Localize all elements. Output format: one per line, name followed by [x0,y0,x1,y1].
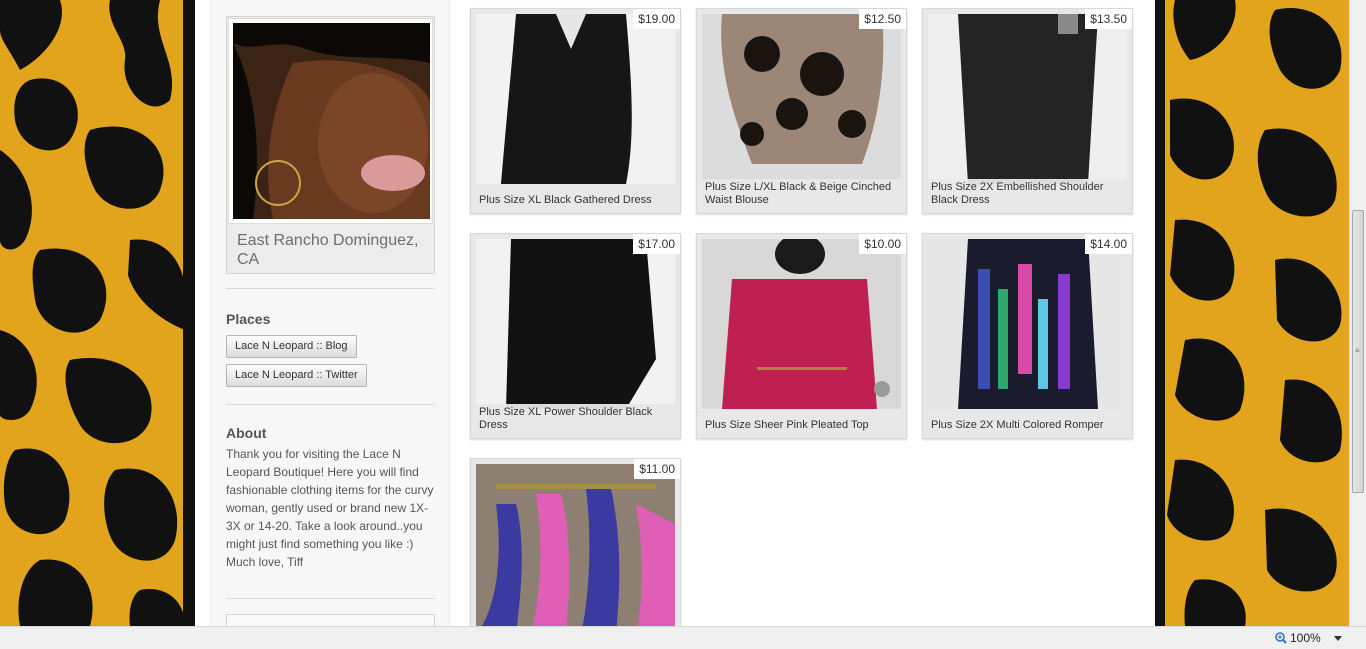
sidebar-widget [226,614,435,626]
places-heading: Places [226,311,271,327]
item-title[interactable]: Plus Size Sheer Pink Pleated Top [702,417,902,434]
profile-location: East Rancho Dominguez, CA [237,232,419,268]
item-photo [928,14,1127,184]
scrollbar-thumb[interactable]: ≡ [1352,210,1364,493]
listing-item[interactable]: $13.50 Plus Size 2X Embellished Shoulder… [922,8,1133,214]
listing-item[interactable]: $19.00 Plus Size XL Black Gathered Dress [470,8,681,214]
zoom-icon [1275,632,1287,644]
sidebar: East Rancho Dominguez, CA Places Lace N … [210,0,450,626]
profile-card: East Rancho Dominguez, CA [226,16,435,274]
vertical-scrollbar[interactable]: ≡ [1349,0,1366,626]
divider [226,598,435,599]
leopard-pattern-right [1155,0,1366,626]
zoom-control[interactable]: 100% [1275,631,1321,645]
item-price: $11.00 [634,459,680,479]
listing-item[interactable]: $17.00 Plus Size XL Power Shoulder Black… [470,233,681,439]
zoom-level: 100% [1290,631,1321,645]
divider [226,288,435,289]
item-photo [702,239,901,409]
listing-item[interactable]: $12.50 Plus Size L/XL Black & Beige Cinc… [696,8,907,214]
item-title[interactable]: Plus Size 2X Multi Colored Romper [928,417,1128,434]
listing-item[interactable]: $10.00 Plus Size Sheer Pink Pleated Top [696,233,907,439]
item-photo [476,239,675,409]
item-price: $13.50 [1085,9,1132,29]
chevron-down-icon[interactable] [1334,636,1342,641]
item-photo [928,239,1127,409]
item-photo [476,464,675,626]
listing-item[interactable]: $14.00 Plus Size 2X Multi Colored Romper [922,233,1133,439]
place-link-blog[interactable]: Lace N Leopard :: Blog [226,335,357,358]
divider [226,404,435,405]
item-photo [476,14,675,184]
item-photo [702,14,901,184]
main-page: East Rancho Dominguez, CA Places Lace N … [195,0,1155,626]
item-price: $14.00 [1085,234,1132,254]
grip-icon: ≡ [1355,346,1360,355]
item-price: $19.00 [633,9,680,29]
item-price: $17.00 [633,234,680,254]
avatar-photo [233,23,430,219]
item-title[interactable]: Plus Size L/XL Black & Beige Cinched Wai… [702,179,902,209]
browser-status-bar: 100% [0,626,1366,649]
item-title[interactable]: Plus Size XL Power Shoulder Black Dress [476,404,676,434]
avatar[interactable] [228,18,433,224]
item-title[interactable]: Plus Size 2X Embellished Shoulder Black … [928,179,1128,209]
leopard-pattern-left [0,0,195,626]
listing-item[interactable]: $11.00 [470,458,681,626]
about-heading: About [226,425,267,441]
item-price: $12.50 [859,9,906,29]
item-title[interactable]: Plus Size XL Black Gathered Dress [476,192,676,209]
item-price: $10.00 [859,234,906,254]
about-text: Thank you for visiting the Lace N Leopar… [226,447,434,569]
place-link-twitter[interactable]: Lace N Leopard :: Twitter [226,364,367,387]
